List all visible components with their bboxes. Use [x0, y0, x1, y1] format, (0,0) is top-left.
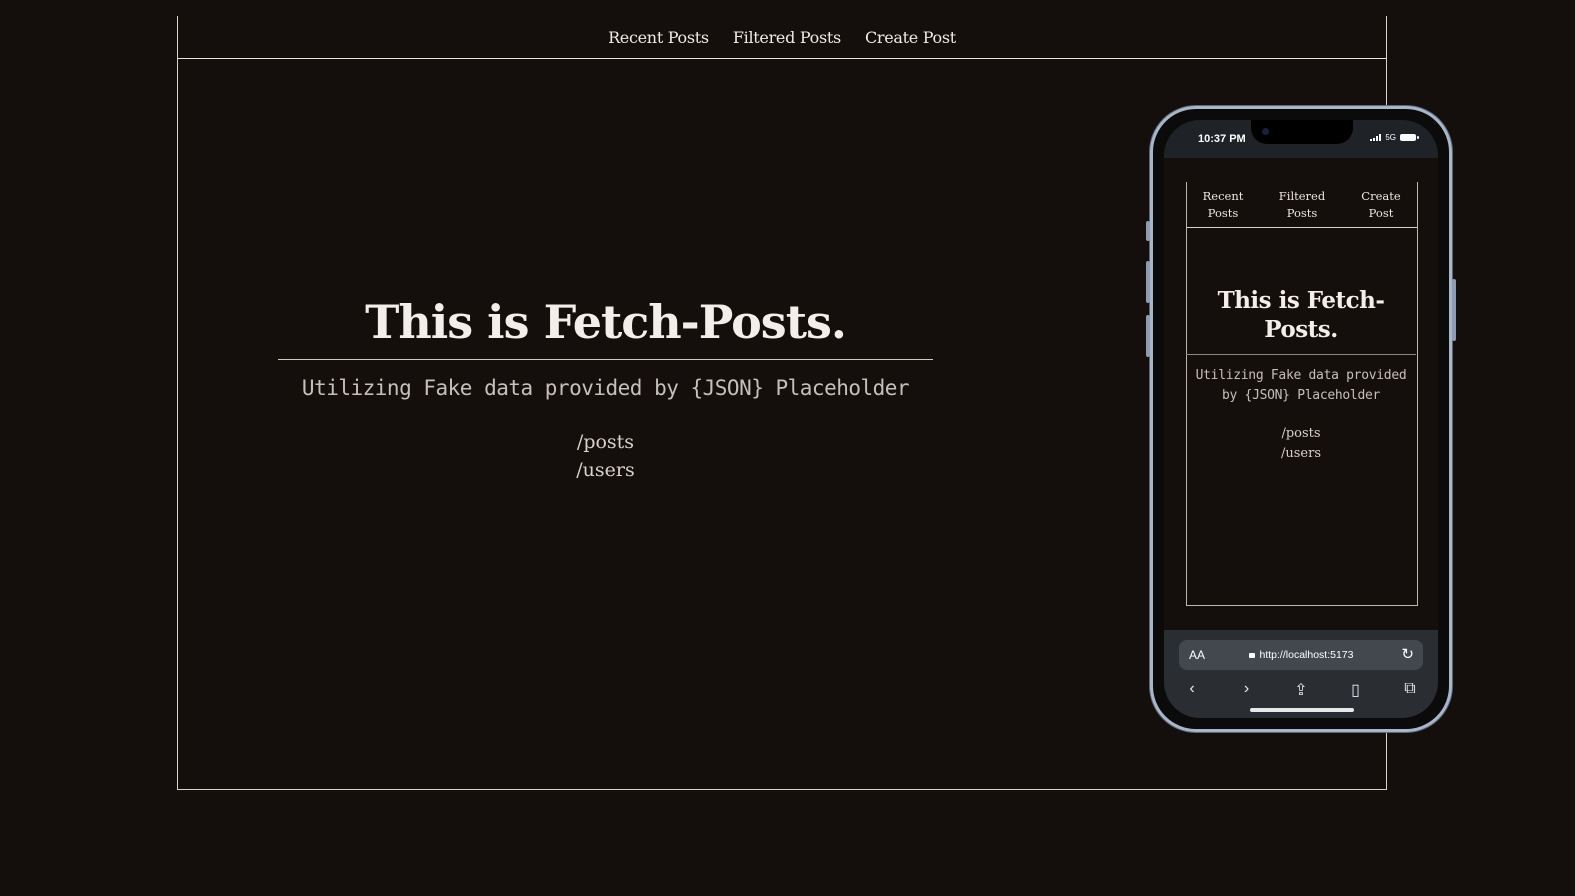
nav-filtered-posts[interactable]: Filtered Posts [733, 28, 841, 47]
mobile-nav-recent-line2: Posts [1207, 205, 1239, 220]
phone-mute-switch [1146, 221, 1150, 241]
mobile-nav-create-line2: Post [1368, 205, 1394, 220]
forward-icon[interactable]: › [1233, 680, 1261, 700]
camera-icon [1262, 128, 1269, 135]
phone-volume-up [1146, 261, 1150, 303]
phone-volume-down [1146, 315, 1150, 357]
mobile-webview: Recent Posts Filtered Posts Create Post Thi… [1164, 158, 1438, 630]
signal-icon [1370, 134, 1382, 141]
mobile-posts-link[interactable]: /posts [1186, 424, 1416, 444]
bookmarks-icon[interactable]: ▯ [1342, 680, 1370, 700]
endpoint-links: /posts /users [278, 428, 933, 484]
phone-mockup: 10:37 PM 5G Recent Posts Filtered Posts Cr… [1146, 106, 1456, 732]
mobile-hero: This is Fetch-Posts. Utilizing Fake data… [1186, 286, 1416, 464]
top-nav: Recent Posts Filtered Posts Create Post [178, 16, 1386, 59]
phone-screen: 10:37 PM 5G Recent Posts Filtered Posts Cr… [1164, 120, 1438, 718]
lock-icon [1248, 653, 1255, 658]
browser-nav-buttons: ‹ › ⇪ ▯ ⧉ [1178, 680, 1424, 700]
battery-icon [1400, 134, 1419, 141]
hero-section: This is Fetch-Posts. Utilizing Fake data… [278, 295, 933, 484]
mobile-page-subtitle: Utilizing Fake data provided by {JSON} P… [1195, 368, 1407, 403]
reload-icon[interactable]: ↻ [1401, 645, 1414, 663]
mobile-nav-create-line1: Create [1361, 188, 1401, 203]
home-indicator [1250, 708, 1354, 712]
network-label: 5G [1385, 133, 1396, 142]
mobile-nav-create-post[interactable]: Create Post [1351, 188, 1411, 222]
mobile-users-link[interactable]: /users [1186, 444, 1416, 464]
page-title: This is Fetch-Posts. [278, 295, 933, 360]
nav-recent-posts[interactable]: Recent Posts [608, 28, 709, 47]
mobile-nav-recent-posts[interactable]: Recent Posts [1193, 188, 1253, 222]
status-time: 10:37 PM [1198, 133, 1246, 145]
posts-link[interactable]: /posts [278, 428, 933, 456]
address-bar[interactable]: AA http://localhost:5173 ↻ [1179, 640, 1423, 670]
mobile-nav-filtered-line2: Posts [1286, 205, 1318, 220]
mobile-page-title: This is Fetch-Posts. [1186, 286, 1416, 355]
mobile-nav: Recent Posts Filtered Posts Create Post [1187, 182, 1417, 228]
status-bar: 10:37 PM 5G [1164, 120, 1438, 158]
mobile-nav-recent-line1: Recent [1202, 188, 1244, 203]
phone-power-button [1452, 279, 1456, 341]
status-indicators: 5G [1370, 133, 1419, 142]
users-link[interactable]: /users [278, 456, 933, 484]
url-text: http://localhost:5173 [1259, 649, 1354, 661]
mobile-nav-filtered-posts[interactable]: Filtered Posts [1272, 188, 1332, 222]
url-display: http://localhost:5173 [1179, 649, 1423, 661]
tabs-icon[interactable]: ⧉ [1396, 680, 1424, 700]
page-subtitle: Utilizing Fake data provided by {JSON} P… [301, 376, 910, 400]
mobile-nav-filtered-line1: Filtered [1278, 188, 1326, 203]
back-icon[interactable]: ‹ [1178, 680, 1206, 700]
mobile-endpoint-links: /posts /users [1186, 424, 1416, 464]
nav-create-post[interactable]: Create Post [865, 28, 956, 47]
share-icon[interactable]: ⇪ [1287, 680, 1315, 700]
safari-toolbar: AA http://localhost:5173 ↻ ‹ › ⇪ ▯ ⧉ [1164, 630, 1438, 718]
